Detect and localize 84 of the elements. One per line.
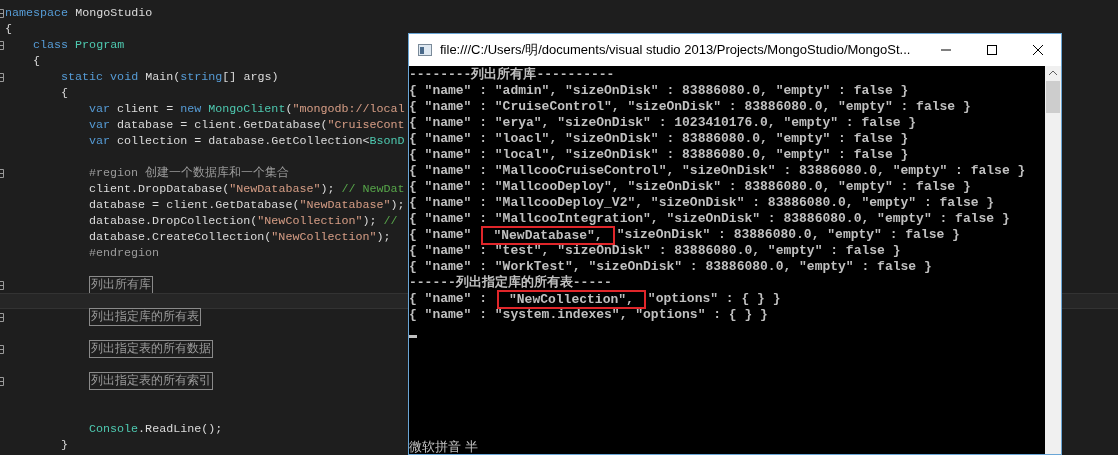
console-text: { "name" : "MallcooDeploy", "sizeOnDisk" : 83886080.0, "empty" : false } <box>409 179 972 195</box>
code-token: Program <box>75 37 125 53</box>
code-string: "mongodb://local <box>292 101 405 117</box>
code-token: void <box>110 69 140 85</box>
code-string: "CruiseCont <box>327 117 405 133</box>
console-text: { "name" : <box>409 291 488 307</box>
code-token: MongoClient <box>208 101 286 117</box>
collapse-icon[interactable] <box>0 312 4 322</box>
code-string: "NewCollection" <box>257 213 363 229</box>
text-cursor <box>409 335 417 338</box>
console-text: --------列出所有库---------- <box>409 67 616 83</box>
code-token: database = client.GetDatabase( <box>89 197 300 213</box>
code-comment: // NewDat <box>341 181 405 197</box>
console-text: { "name" : "erya", "sizeOnDisk" : 1023410176.0, "empty" : false } <box>409 115 918 131</box>
console-icon <box>418 44 432 56</box>
console-text: { "name" : "WorkTest", "sizeOnDisk" : 83886080.0, "empty" : false } <box>409 259 933 275</box>
close-icon <box>1033 45 1043 55</box>
collapse-icon[interactable] <box>0 72 4 82</box>
console-text: { "name" : "admin", "sizeOnDisk" : 83886080.0, "empty" : false } <box>409 83 910 99</box>
code-token: } <box>61 437 68 453</box>
code-string: "NewDatabase" <box>229 181 321 197</box>
code-token: Main( <box>145 69 181 85</box>
console-text: "NewDatabase", <box>481 225 615 245</box>
code-token: database.CreateCollection( <box>89 229 272 245</box>
scroll-up-icon[interactable] <box>1049 70 1057 75</box>
collapsed-region[interactable]: 列出指定表的所有索引 <box>89 372 213 390</box>
console-text: { "name" : "local", "sizeOnDisk" : 83886080.0, "empty" : false } <box>409 147 910 163</box>
ime-status: 微软拼音 半 <box>409 439 479 454</box>
console-text: "options" : { } } <box>647 291 782 307</box>
console-text: ------列出指定库的所有表----- <box>409 275 613 291</box>
collapse-icon[interactable] <box>0 280 4 290</box>
code-token: ); <box>376 229 391 245</box>
code-token: ); <box>320 181 336 197</box>
console-text: { "name" <box>409 227 473 243</box>
code-token: { <box>33 53 40 69</box>
code-token: BsonD <box>369 133 405 149</box>
code-token: database = client.GetDatabase( <box>117 117 328 133</box>
console-text: { "name" : "MallcooDeploy_V2", "sizeOnDisk" : 83886080.0, "empty" : false } <box>409 195 996 211</box>
code-token: .ReadLine(); <box>138 421 223 437</box>
code-token: database.DropCollection( <box>89 213 258 229</box>
console-text: { "name" : "MallcooIntegration", "sizeOnDisk" : 83886080.0, "empty" : false } <box>409 211 1011 227</box>
collapse-icon[interactable] <box>0 344 4 354</box>
code-string: "NewDatabase" <box>299 197 391 213</box>
collapse-icon[interactable] <box>0 376 4 386</box>
code-token: { <box>61 85 68 101</box>
console-text: { "name" : "CruiseControl", "sizeOnDisk" : 83886080.0, "empty" : false } <box>409 99 972 115</box>
code-token: MongoStudio <box>75 5 153 21</box>
code-token: [] args) <box>222 69 279 85</box>
code-token: Console <box>89 421 139 437</box>
code-token: string <box>180 69 223 85</box>
scrollbar[interactable] <box>1045 66 1061 454</box>
collapse-icon[interactable] <box>0 168 4 178</box>
code-token: class <box>33 37 70 53</box>
console-text: "sizeOnDisk" : 83886080.0, "empty" : false } <box>616 227 961 243</box>
code-token: var <box>89 133 112 149</box>
code-token: var <box>89 101 112 117</box>
code-token: #region 创建一个数据库和一个集合 <box>89 165 290 181</box>
maximize-icon <box>987 45 997 55</box>
console-text: { "name" : "test", "sizeOnDisk" : 83886080.0, "empty" : false } <box>409 243 902 259</box>
collapse-icon[interactable] <box>0 40 4 50</box>
console-text: "NewCollection", <box>497 289 646 309</box>
code-string: "NewCollection" <box>271 229 377 245</box>
minimize-icon <box>941 49 951 51</box>
console-text: { "name" : "MallcooCruiseControl", "sizeOnDisk" : 83886080.0, "empty" : false } <box>409 163 1027 179</box>
code-token: collection = database.GetCollection< <box>117 133 370 149</box>
console-text: { "name" : "loacl", "sizeOnDisk" : 83886080.0, "empty" : false } <box>409 131 910 147</box>
code-token: client = <box>117 101 175 117</box>
code-token: ); <box>390 197 405 213</box>
code-token: client.DropDatabase( <box>89 181 230 197</box>
code-token: static <box>61 69 105 85</box>
console-text: { "name" : "system.indexes", "options" : { } } <box>409 307 769 323</box>
window-title: file:///C:/Users/明/documents/visual studio 2013/Projects/MongoStudio/MongoSt... <box>440 41 911 60</box>
code-token: { <box>5 21 12 37</box>
collapsed-region[interactable]: 列出指定库的所有表 <box>89 308 201 326</box>
code-token: namespace <box>5 5 70 21</box>
code-token: var <box>89 117 112 133</box>
scroll-thumb[interactable] <box>1046 81 1060 113</box>
collapse-icon[interactable] <box>0 8 4 18</box>
code-token: new <box>180 101 203 117</box>
code-token: ( <box>285 101 293 117</box>
code-token: #endregion <box>89 245 160 261</box>
collapsed-region[interactable]: 列出指定表的所有数据 <box>89 340 213 358</box>
code-comment: // <box>383 213 398 229</box>
code-token: ); <box>362 213 378 229</box>
